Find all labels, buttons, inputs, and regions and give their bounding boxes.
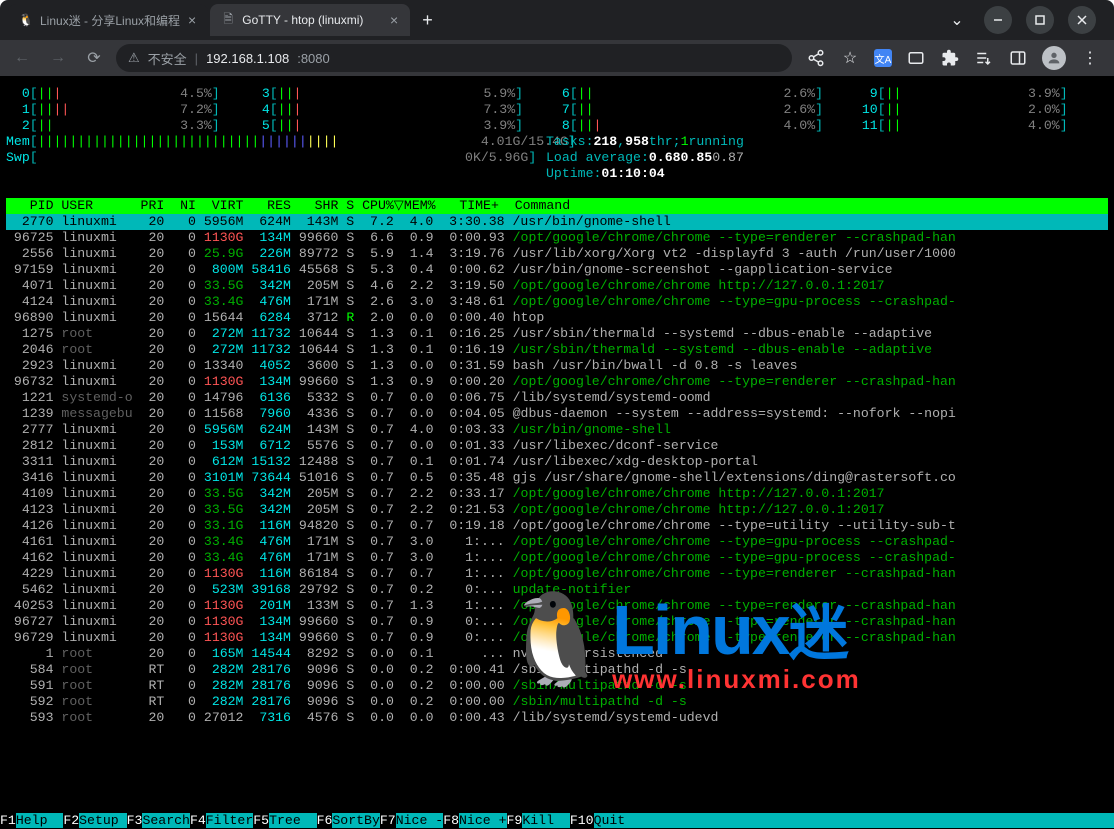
process-row[interactable]: 3311 linuxmi 20 0 612M 15132 12488 S 0.7… [6,454,1108,470]
cast-icon[interactable] [906,48,926,68]
fkey-F2[interactable]: F2 [63,813,79,828]
insecure-label: 不安全 [148,49,187,68]
file-icon: 🗎 [220,12,236,28]
process-row[interactable]: 4229 linuxmi 20 0 1130G 116M 86184 S 0.7… [6,566,1108,582]
browser-window: 🐧 Linux迷 - 分享Linux和编程 × 🗎 GoTTY - htop (… [0,0,1114,829]
window-controls: ⌄ [926,6,1114,34]
fkey-F10[interactable]: F10 [570,813,594,828]
fkey-F1[interactable]: F1 [0,813,16,828]
process-row[interactable]: 584 root RT 0 282M 28176 9096 S 0.0 0.2 … [6,662,1108,678]
process-row[interactable]: 3416 linuxmi 20 0 3101M 73644 51016 S 0.… [6,470,1108,486]
process-row[interactable]: 4124 linuxmi 20 0 33.4G 476M 171M S 2.6 … [6,294,1108,310]
url-port: :8080 [297,51,330,66]
process-row[interactable]: 4071 linuxmi 20 0 33.5G 342M 205M S 4.6 … [6,278,1108,294]
process-row-selected[interactable]: 2770 linuxmi 20 0 5956M 624M 143M S 7.2 … [6,214,1108,230]
process-row[interactable]: 1 root 20 0 165M 14544 8292 S 0.0 0.1 ..… [6,646,1108,662]
fkey-F9[interactable]: F9 [507,813,523,828]
reading-list-icon[interactable] [974,48,994,68]
process-row[interactable]: 2812 linuxmi 20 0 153M 6712 5576 S 0.7 0… [6,438,1108,454]
fkey-F5[interactable]: F5 [253,813,269,828]
process-row[interactable]: 1239 messagebu 20 0 11568 7960 4336 S 0.… [6,406,1108,422]
close-icon[interactable]: × [186,12,198,28]
process-row[interactable]: 4162 linuxmi 20 0 33.4G 476M 171M S 0.7 … [6,550,1108,566]
fkey-F4[interactable]: F4 [190,813,206,828]
back-button[interactable]: ← [8,44,36,72]
fkey-F3[interactable]: F3 [127,813,143,828]
minimize-button[interactable] [984,6,1012,34]
process-row[interactable]: 96890 linuxmi 20 0 15644 6284 3712 R 2.0… [6,310,1108,326]
process-row[interactable]: 2046 root 20 0 272M 11732 10644 S 1.3 0.… [6,342,1108,358]
url-host: 192.168.1.108 [206,51,289,66]
penguin-icon: 🐧 [18,12,34,28]
process-header[interactable]: PID USER PRI NI VIRT RES SHR S CPU%▽MEM%… [6,198,1108,214]
cpu-meter-row: 2[|| 3.3%] 5[||| 3.9%] 8[||| 4.0%] 11[||… [6,118,1108,134]
side-panel-icon[interactable] [1008,48,1028,68]
share-icon[interactable] [806,48,826,68]
warning-icon: ⚠ [128,50,140,66]
fkey-F8[interactable]: F8 [443,813,459,828]
process-row[interactable]: 96727 linuxmi 20 0 1130G 134M 99660 S 0.… [6,614,1108,630]
process-row[interactable]: 2923 linuxmi 20 0 13340 4052 3600 S 1.3 … [6,358,1108,374]
cpu-meter-row: 1[|||| 7.2%] 4[||| 7.3%] 7[|| 2.6%] 10[|… [6,102,1108,118]
fkey-bar: F1Help F2Setup F3SearchF4FilterF5Tree F6… [0,813,1114,829]
chevron-down-icon[interactable]: ⌄ [944,7,970,33]
uptime: Uptime: 01:10:04 [6,166,1108,182]
fkey-F7[interactable]: F7 [380,813,396,828]
cpu-meter-row: 0[||| 4.5%] 3[||| 5.9%] 6[|| 2.6%] 9[|| … [6,86,1108,102]
profile-avatar[interactable] [1042,46,1066,70]
address-bar: ← → ⟳ ⚠ 不安全 | 192.168.1.108:8080 ☆ 文A ⋮ [0,40,1114,76]
close-icon[interactable]: × [388,12,400,28]
tab-title: GoTTY - htop (linuxmi) [242,13,382,27]
process-row[interactable]: 96729 linuxmi 20 0 1130G 134M 99660 S 0.… [6,630,1108,646]
process-row[interactable]: 5462 linuxmi 20 0 523M 39168 29792 S 0.7… [6,582,1108,598]
close-button[interactable] [1068,6,1096,34]
process-row[interactable]: 4109 linuxmi 20 0 33.5G 342M 205M S 0.7 … [6,486,1108,502]
process-row[interactable]: 593 root 20 0 27012 7316 4576 S 0.0 0.0 … [6,710,1108,726]
menu-icon[interactable]: ⋮ [1080,48,1100,68]
url-input[interactable]: ⚠ 不安全 | 192.168.1.108:8080 [116,44,792,72]
swap-meter: Swp[ 0K/5.96G] Load average: 0.68 0.85 0… [6,150,1108,166]
process-row[interactable]: 2556 linuxmi 20 0 25.9G 226M 89772 S 5.9… [6,246,1108,262]
forward-button[interactable]: → [44,44,72,72]
process-row[interactable]: 4123 linuxmi 20 0 33.5G 342M 205M S 0.7 … [6,502,1108,518]
process-row[interactable]: 591 root RT 0 282M 28176 9096 S 0.0 0.2 … [6,678,1108,694]
toolbar-icons: ☆ 文A ⋮ [800,46,1106,70]
translate-icon[interactable]: 文A [874,49,892,67]
fkey-F6[interactable]: F6 [317,813,333,828]
process-row[interactable]: 2777 linuxmi 20 0 5956M 624M 143M S 0.7 … [6,422,1108,438]
process-row[interactable]: 1221 systemd-o 20 0 14796 6136 5332 S 0.… [6,390,1108,406]
mem-meter: Mem[||||||||||||||||||||||||||||||||||||… [6,134,1108,150]
terminal[interactable]: 0[||| 4.5%] 3[||| 5.9%] 6[|| 2.6%] 9[|| … [0,76,1114,829]
browser-titlebar: 🐧 Linux迷 - 分享Linux和编程 × 🗎 GoTTY - htop (… [0,0,1114,40]
process-row[interactable]: 1275 root 20 0 272M 11732 10644 S 1.3 0.… [6,326,1108,342]
process-row[interactable]: 4126 linuxmi 20 0 33.1G 116M 94820 S 0.7… [6,518,1108,534]
process-row[interactable]: 592 root RT 0 282M 28176 9096 S 0.0 0.2 … [6,694,1108,710]
star-icon[interactable]: ☆ [840,48,860,68]
process-row[interactable]: 40253 linuxmi 20 0 1130G 201M 133M S 0.7… [6,598,1108,614]
tab-title: Linux迷 - 分享Linux和编程 [40,12,180,29]
tab-gotty[interactable]: 🗎 GoTTY - htop (linuxmi) × [210,4,410,36]
process-row[interactable]: 96725 linuxmi 20 0 1130G 134M 99660 S 6.… [6,230,1108,246]
tab-linuxmi[interactable]: 🐧 Linux迷 - 分享Linux和编程 × [8,4,208,37]
reload-button[interactable]: ⟳ [80,44,108,72]
process-row[interactable]: 96732 linuxmi 20 0 1130G 134M 99660 S 1.… [6,374,1108,390]
extensions-icon[interactable] [940,48,960,68]
maximize-button[interactable] [1026,6,1054,34]
process-row[interactable]: 97159 linuxmi 20 0 800M 58416 45568 S 5.… [6,262,1108,278]
tab-strip: 🐧 Linux迷 - 分享Linux和编程 × 🗎 GoTTY - htop (… [0,4,926,37]
process-row[interactable]: 4161 linuxmi 20 0 33.4G 476M 171M S 0.7 … [6,534,1108,550]
new-tab-button[interactable]: + [412,6,443,35]
